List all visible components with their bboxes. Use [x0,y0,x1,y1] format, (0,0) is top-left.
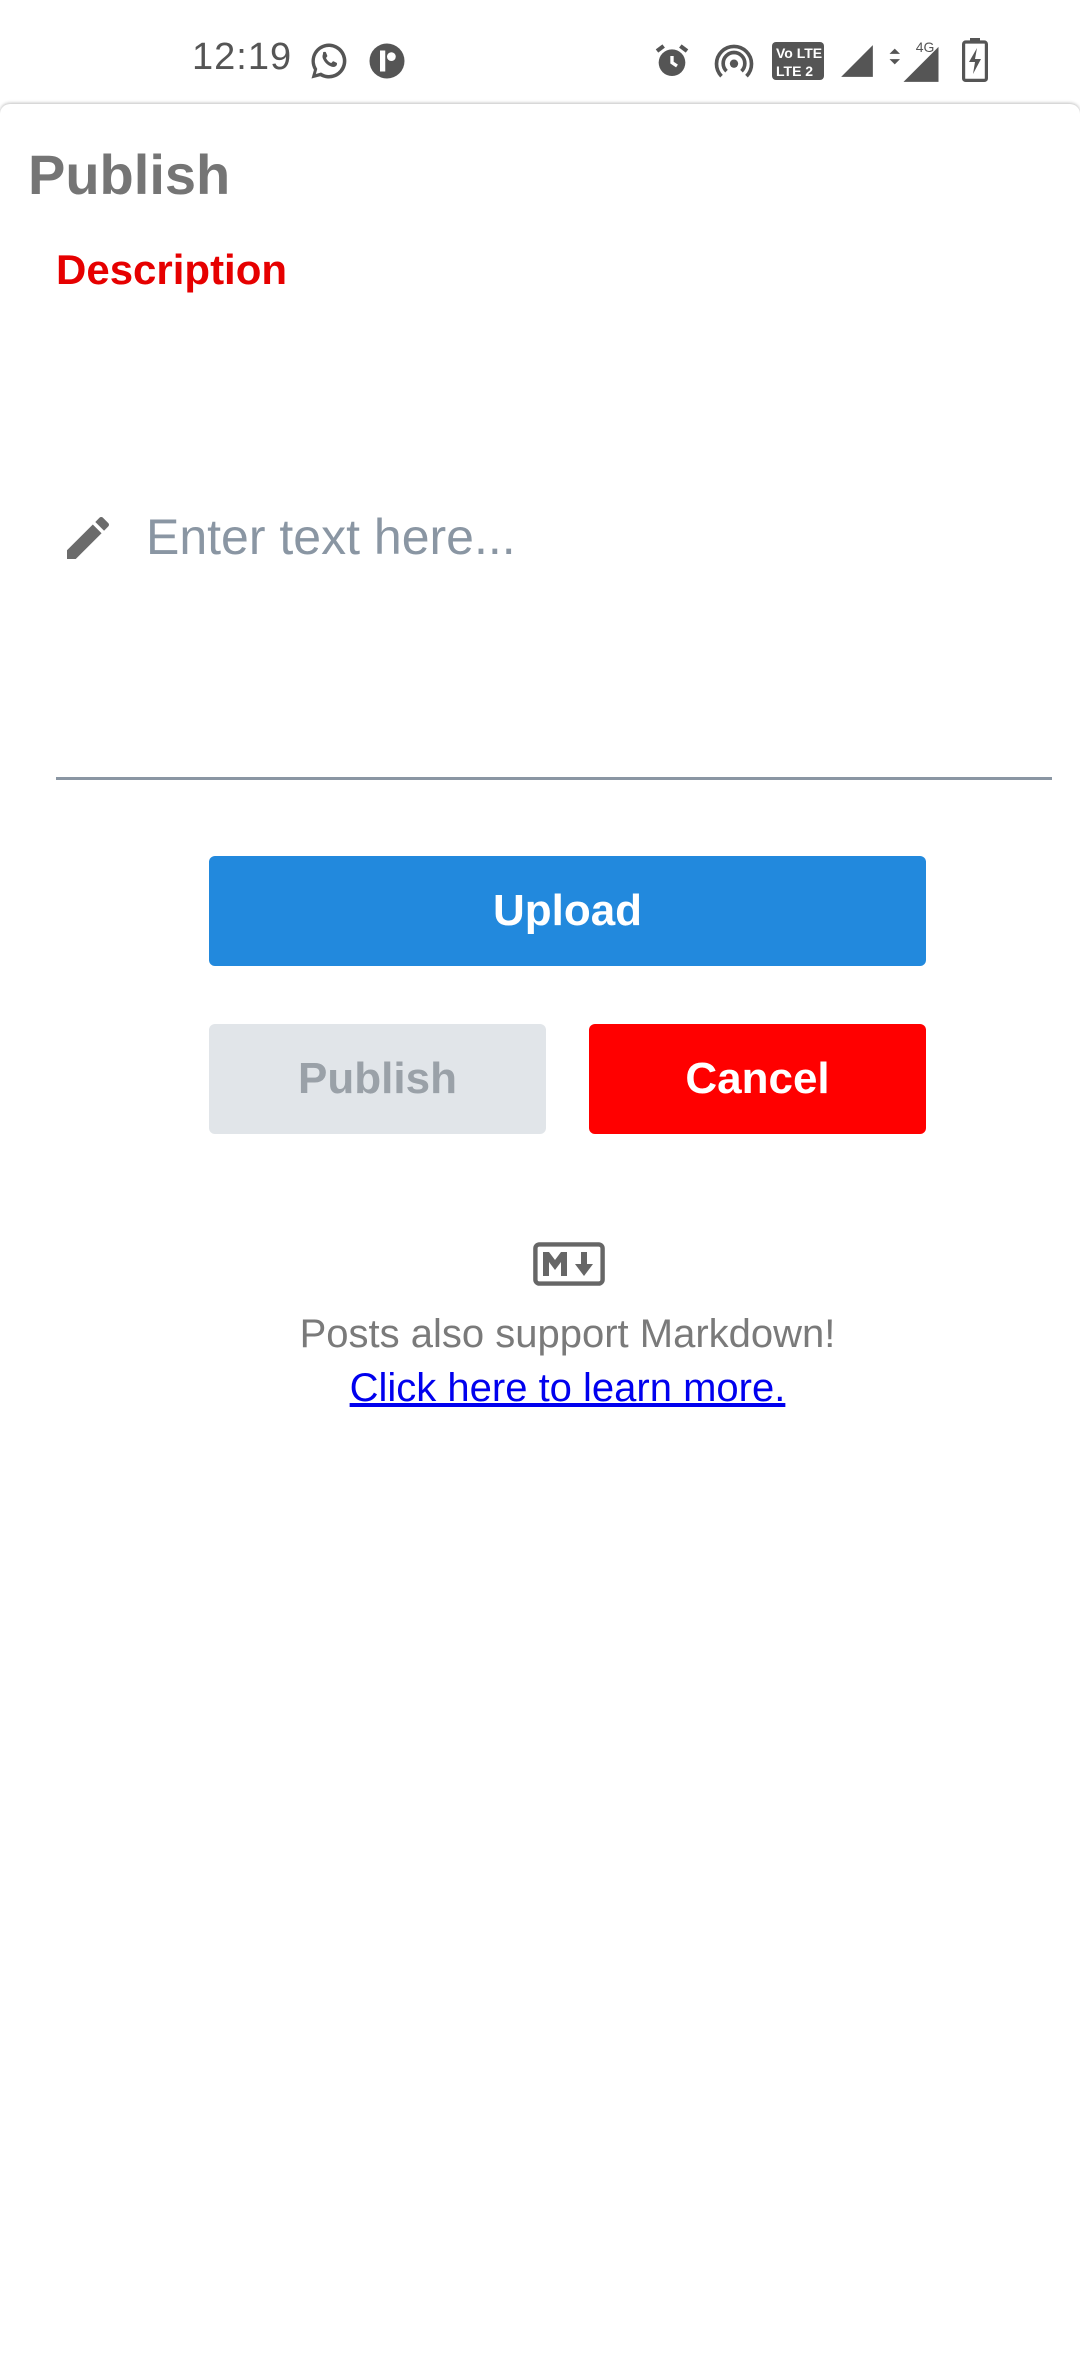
cancel-button[interactable]: Cancel [589,1024,926,1134]
upload-button[interactable]: Upload [209,856,926,966]
volte-lte-icon: Vo LTE LTE 2 [772,42,824,80]
whatsapp-icon [311,43,347,79]
status-bar: 12:19 Vo LTE LTE 2 4G [0,0,1080,104]
app-notification-icon [369,43,405,79]
description-label: Description [56,246,288,293]
description-placeholder: Enter text here... [146,509,516,565]
signal-icon [841,45,873,77]
alarm-icon [655,44,689,76]
publish-button[interactable]: Publish [209,1024,546,1134]
hotspot-icon [714,44,754,78]
status-time: 12:19 [192,36,293,78]
svg-text:LTE 2: LTE 2 [776,63,813,79]
markdown-note: Posts also support Markdown! [299,1312,836,1356]
battery-charging-icon [962,38,988,82]
pencil-icon [67,516,110,559]
svg-text:Vo LTE: Vo LTE [776,45,822,61]
page-title: Publish [28,143,231,206]
signal-4g-icon: 4G [889,39,939,82]
learn-more-link[interactable]: Click here to learn more. [0,1366,1080,1411]
network-label: 4G [916,39,935,55]
markdown-icon [533,1242,605,1286]
